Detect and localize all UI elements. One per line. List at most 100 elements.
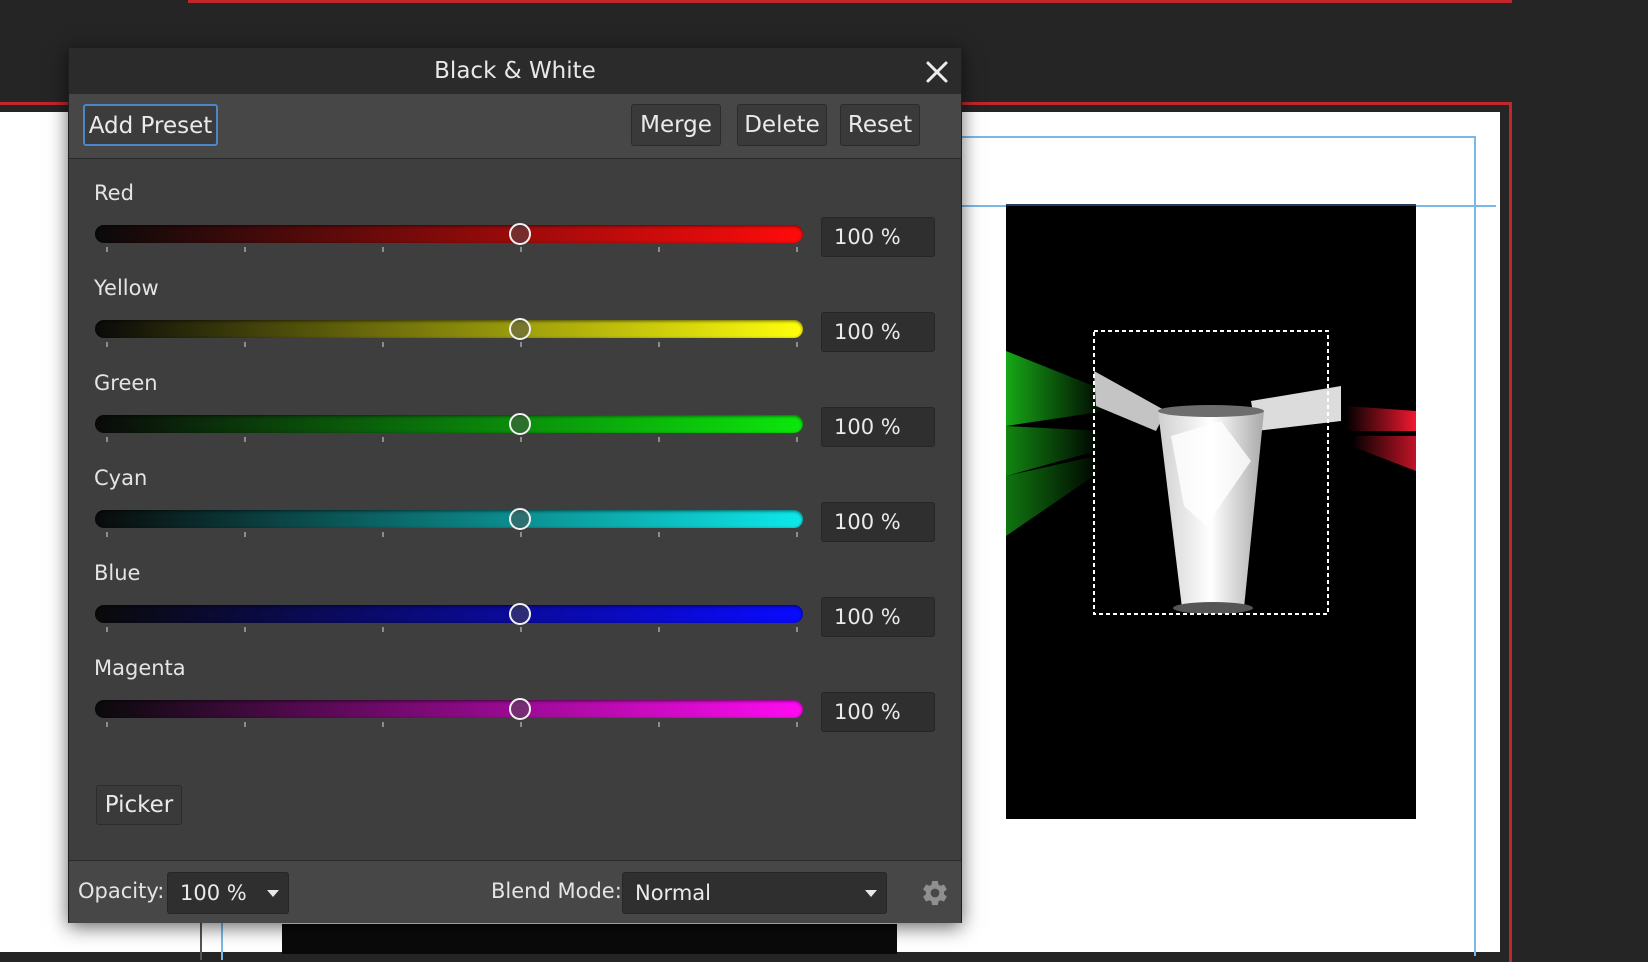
channel-sliders: Red 100 % Yellow 100 % Green 100 % Cyan 100 % Bl…	[69, 159, 961, 859]
guide-line-vertical	[221, 920, 223, 960]
cyan-label: Cyan	[94, 466, 148, 490]
slider-tick	[106, 722, 108, 727]
slider-tick	[658, 722, 660, 727]
chevron-down-icon	[267, 890, 279, 897]
slider-tick	[520, 247, 522, 252]
cyan-slider-track-shade	[95, 510, 803, 528]
blue-value-field[interactable]: 100 %	[821, 597, 935, 637]
add-preset-button[interactable]: Add Preset	[83, 104, 218, 146]
slider-group-yellow: Yellow 100 %	[69, 276, 961, 376]
yellow-slider-track-shade	[95, 320, 803, 338]
blue-slider[interactable]	[95, 597, 803, 635]
picker-button[interactable]: Picker	[96, 785, 182, 825]
slider-group-cyan: Cyan 100 %	[69, 466, 961, 566]
close-icon[interactable]	[919, 54, 955, 90]
blend-mode-value: Normal	[635, 881, 711, 905]
slider-tick	[106, 247, 108, 252]
guide-line-vertical	[1474, 136, 1476, 956]
slider-tick	[658, 532, 660, 537]
artboard-top-edge	[188, 0, 1512, 3]
blue-slider-track-shade	[95, 605, 803, 623]
slider-tick	[106, 437, 108, 442]
slider-tick	[382, 532, 384, 537]
slider-group-magenta: Magenta 100 %	[69, 656, 961, 756]
dialog-footer: Opacity: 100 % Blend Mode: Normal	[69, 860, 961, 923]
slider-tick	[796, 437, 798, 442]
slider-tick	[796, 627, 798, 632]
slider-tick	[382, 722, 384, 727]
cyan-slider[interactable]	[95, 502, 803, 540]
slider-tick	[382, 437, 384, 442]
yellow-slider[interactable]	[95, 312, 803, 350]
slider-tick	[520, 627, 522, 632]
red-slider[interactable]	[95, 217, 803, 255]
slider-tick	[658, 627, 660, 632]
slider-tick	[244, 722, 246, 727]
slider-tick	[658, 247, 660, 252]
green-value-field[interactable]: 100 %	[821, 407, 935, 447]
slider-tick	[106, 627, 108, 632]
slider-tick	[106, 532, 108, 537]
guide-line-horizontal	[962, 136, 1476, 138]
cyan-value-field[interactable]: 100 %	[821, 502, 935, 542]
slider-group-red: Red 100 %	[69, 181, 961, 281]
cyan-slider-thumb[interactable]	[509, 508, 531, 530]
slider-tick	[520, 342, 522, 347]
slider-tick	[382, 247, 384, 252]
slider-tick	[244, 532, 246, 537]
guide-line-vertical	[200, 920, 202, 960]
slider-tick	[520, 722, 522, 727]
blue-label: Blue	[94, 561, 141, 585]
dialog-title: Black & White	[434, 58, 596, 84]
slider-tick	[796, 532, 798, 537]
slider-tick	[106, 342, 108, 347]
green-slider-thumb[interactable]	[509, 413, 531, 435]
reset-button[interactable]: Reset	[840, 104, 920, 146]
green-slider-track-shade	[95, 415, 803, 433]
slider-tick	[658, 342, 660, 347]
slider-tick	[520, 437, 522, 442]
green-label: Green	[94, 371, 158, 395]
magenta-value-field[interactable]: 100 %	[821, 692, 935, 732]
slider-tick	[382, 627, 384, 632]
dialog-titlebar[interactable]: Black & White	[69, 48, 961, 94]
blend-mode-dropdown[interactable]: Normal	[622, 872, 887, 914]
green-slider[interactable]	[95, 407, 803, 445]
blue-slider-thumb[interactable]	[509, 603, 531, 625]
chevron-down-icon	[865, 890, 877, 897]
red-label: Red	[94, 181, 134, 205]
yellow-slider-thumb[interactable]	[509, 318, 531, 340]
slider-tick	[244, 342, 246, 347]
magenta-slider-thumb[interactable]	[509, 698, 531, 720]
slider-tick	[796, 247, 798, 252]
magenta-slider[interactable]	[95, 692, 803, 730]
slider-group-blue: Blue 100 %	[69, 561, 961, 661]
red-slider-thumb[interactable]	[509, 223, 531, 245]
slider-tick	[244, 247, 246, 252]
opacity-value: 100 %	[180, 881, 247, 905]
photo-layer[interactable]	[1006, 204, 1416, 819]
magenta-label: Magenta	[94, 656, 186, 680]
gear-icon[interactable]	[920, 878, 950, 908]
slider-tick	[658, 437, 660, 442]
blend-mode-label: Blend Mode:	[491, 879, 622, 903]
magenta-slider-track-shade	[95, 700, 803, 718]
slider-tick	[796, 342, 798, 347]
merge-button[interactable]: Merge	[631, 104, 721, 146]
slider-tick	[244, 437, 246, 442]
image-layer-edge	[282, 924, 897, 954]
preset-toolbar: Add Preset Merge Delete Reset	[69, 94, 961, 159]
slider-tick	[796, 722, 798, 727]
yellow-label: Yellow	[94, 276, 159, 300]
delete-button[interactable]: Delete	[737, 104, 827, 146]
red-slider-track-shade	[95, 225, 803, 243]
slider-tick	[520, 532, 522, 537]
red-value-field[interactable]: 100 %	[821, 217, 935, 257]
slider-tick	[244, 627, 246, 632]
opacity-label: Opacity:	[78, 879, 165, 903]
black-and-white-dialog: Black & White Add Preset Merge Delete Re…	[68, 47, 962, 923]
opacity-dropdown[interactable]: 100 %	[167, 872, 289, 914]
yellow-value-field[interactable]: 100 %	[821, 312, 935, 352]
slider-tick	[382, 342, 384, 347]
slider-group-green: Green 100 %	[69, 371, 961, 471]
